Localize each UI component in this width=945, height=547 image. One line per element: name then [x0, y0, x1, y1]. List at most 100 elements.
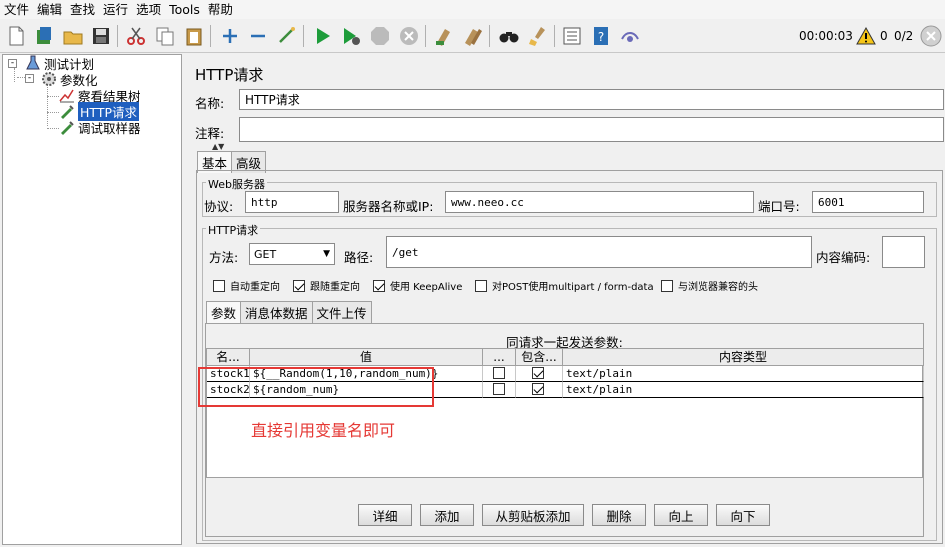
- table-cell-encode[interactable]: [483, 382, 516, 398]
- auto-redirect-checkbox[interactable]: 自动重定向: [213, 278, 280, 293]
- http-request-panel: HTTP请求 名称: HTTP请求 注释: ▲▼ 基本 高级 Web服务器 协议…: [186, 54, 945, 547]
- follow-redirect-checkbox[interactable]: 跟随重定向: [293, 278, 360, 293]
- tree-collapse-icon[interactable]: -: [25, 74, 34, 83]
- detail-button[interactable]: 详细: [358, 504, 412, 526]
- pipette-icon: [59, 103, 75, 119]
- port-field[interactable]: 6001: [812, 191, 924, 213]
- checkbox-box[interactable]: [293, 279, 305, 292]
- table-cell-content-type[interactable]: text/plain: [563, 382, 924, 398]
- column-header-value[interactable]: 值: [250, 349, 483, 366]
- elapsed-timer: 00:00:03: [799, 29, 853, 43]
- save-icon[interactable]: [89, 24, 113, 48]
- table-cell-encode[interactable]: [483, 366, 516, 382]
- start-no-pause-icon[interactable]: [339, 24, 363, 48]
- comment-label: 注释:: [195, 126, 225, 141]
- checkbox-box[interactable]: [373, 279, 385, 292]
- warning-count: 0: [880, 29, 888, 43]
- parameter-tabs: 参数 消息体数据 文件上传: [206, 301, 372, 323]
- move-down-button[interactable]: 向下: [716, 504, 770, 526]
- add-from-clipboard-button[interactable]: 从剪贴板添加: [482, 504, 584, 526]
- menu-run[interactable]: 运行: [99, 0, 132, 19]
- paste-icon[interactable]: [182, 24, 206, 48]
- new-icon[interactable]: [4, 24, 28, 48]
- column-header-encode[interactable]: ...: [483, 349, 516, 366]
- port-label: 端口号:: [758, 199, 800, 214]
- encoding-label: 内容编码:: [816, 250, 871, 265]
- tab-parameters[interactable]: 参数: [206, 301, 242, 323]
- start-icon[interactable]: [311, 24, 335, 48]
- browser-headers-checkbox[interactable]: 与浏览器兼容的头: [661, 278, 758, 293]
- expand-icon[interactable]: [218, 24, 242, 48]
- clear-icon[interactable]: [432, 24, 456, 48]
- checkbox-box[interactable]: [661, 279, 673, 292]
- checkbox-box[interactable]: [475, 279, 487, 292]
- protocol-label: 协议:: [204, 199, 234, 214]
- http-request-title: HTTP请求: [206, 222, 261, 238]
- menu-edit[interactable]: 编辑: [33, 0, 66, 19]
- checkbox-label: 与浏览器兼容的头: [678, 282, 758, 293]
- include-checkbox[interactable]: [532, 383, 544, 395]
- encode-checkbox[interactable]: [493, 367, 505, 379]
- keepalive-checkbox[interactable]: 使用 KeepAlive: [373, 278, 462, 293]
- reset-search-icon[interactable]: [526, 24, 550, 48]
- splitter-arrows-icon[interactable]: ▲▼: [212, 142, 224, 151]
- warning-icon[interactable]: [856, 19, 876, 53]
- gear-icon: [41, 71, 57, 87]
- comment-field[interactable]: [239, 117, 944, 142]
- column-header-include[interactable]: 包含...: [516, 349, 563, 366]
- templates-icon[interactable]: [32, 24, 56, 48]
- menu-options[interactable]: 选项: [132, 0, 165, 19]
- open-icon[interactable]: [61, 24, 85, 48]
- protocol-field[interactable]: http: [245, 191, 339, 213]
- collapse-icon[interactable]: [246, 24, 270, 48]
- column-header-content-type[interactable]: 内容类型: [563, 349, 924, 366]
- menu-help[interactable]: 帮助: [204, 0, 237, 19]
- clear-all-icon[interactable]: [461, 24, 485, 48]
- server-label: 服务器名称或IP:: [343, 199, 434, 214]
- checkbox-label: 对POST使用multipart / form-data: [492, 282, 654, 293]
- cut-icon[interactable]: [124, 24, 148, 48]
- tab-file-upload[interactable]: 文件上传: [311, 301, 372, 323]
- tree-item-label: 调试取样器: [78, 120, 141, 136]
- encode-checkbox[interactable]: [493, 383, 505, 395]
- menu-file[interactable]: 文件: [0, 0, 33, 19]
- help-icon[interactable]: ?: [589, 24, 613, 48]
- menu-tools[interactable]: Tools: [165, 0, 204, 19]
- tree-item-debug-sampler[interactable]: 调试取样器: [59, 119, 141, 136]
- name-label: 名称:: [195, 96, 225, 111]
- page-title: HTTP请求: [195, 66, 264, 84]
- multipart-checkbox[interactable]: 对POST使用multipart / form-data: [475, 278, 654, 293]
- name-field[interactable]: HTTP请求: [239, 89, 944, 110]
- tab-body-data[interactable]: 消息体数据: [240, 301, 313, 323]
- server-field[interactable]: www.neeo.cc: [445, 191, 754, 213]
- thread-count: 0/2: [894, 29, 914, 43]
- checkbox-label: 使用 KeepAlive: [390, 282, 463, 293]
- stop-icon[interactable]: [368, 24, 392, 48]
- include-checkbox[interactable]: [532, 367, 544, 379]
- delete-button[interactable]: 删除: [592, 504, 646, 526]
- column-header-name[interactable]: 名...: [207, 349, 250, 366]
- shutdown-icon[interactable]: [397, 24, 421, 48]
- svg-text:?: ?: [598, 30, 604, 44]
- add-button[interactable]: 添加: [420, 504, 474, 526]
- table-cell-include[interactable]: [516, 366, 563, 382]
- toggle-icon[interactable]: [275, 24, 299, 48]
- menu-search[interactable]: 查找: [66, 0, 99, 19]
- highlight-box: [198, 367, 434, 407]
- web-server-title: Web服务器: [206, 176, 267, 192]
- search-icon[interactable]: [497, 24, 521, 48]
- pipette-icon: [59, 119, 75, 135]
- remote-icon[interactable]: [618, 24, 642, 48]
- path-field[interactable]: /get: [386, 236, 812, 268]
- table-cell-include[interactable]: [516, 382, 563, 398]
- basic-tab-panel: Web服务器 协议: http 服务器名称或IP: www.neeo.cc 端口…: [196, 170, 943, 544]
- checkbox-box[interactable]: [213, 279, 225, 292]
- tree-collapse-icon[interactable]: -: [8, 59, 17, 68]
- method-select[interactable]: GET ▼: [249, 243, 335, 265]
- encoding-field[interactable]: [882, 236, 925, 268]
- function-helper-icon[interactable]: [560, 24, 584, 48]
- move-up-button[interactable]: 向上: [654, 504, 708, 526]
- table-cell-content-type[interactable]: text/plain: [563, 366, 924, 382]
- parameters-panel: 同请求一起发送参数: 名... 值 ... 包含... 内容类型 stock1 …: [198, 323, 924, 537]
- copy-icon[interactable]: [153, 24, 177, 48]
